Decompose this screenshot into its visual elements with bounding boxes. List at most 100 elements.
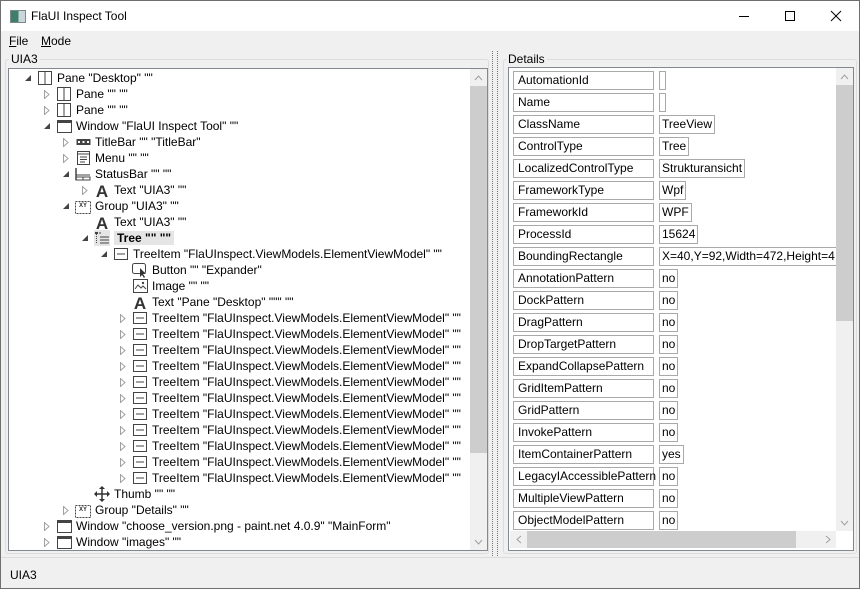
tree-node[interactable]: TreeItem "FlaUInspect.ViewModels.Element… bbox=[118, 454, 461, 470]
expanded-arrow-icon[interactable] bbox=[80, 230, 90, 246]
collapsed-arrow-icon[interactable] bbox=[42, 534, 52, 550]
collapsed-arrow-icon[interactable] bbox=[42, 518, 52, 534]
details-scroll-down-button[interactable] bbox=[836, 514, 853, 531]
details-scroll-thumb[interactable] bbox=[836, 85, 853, 321]
property-value[interactable] bbox=[659, 93, 666, 112]
details-vertical-scrollbar[interactable] bbox=[836, 68, 853, 531]
property-value[interactable]: Tree bbox=[659, 137, 690, 156]
collapsed-arrow-icon[interactable] bbox=[118, 342, 128, 358]
property-value[interactable]: 15624 bbox=[659, 225, 699, 244]
property-name[interactable]: ClassName bbox=[513, 115, 654, 134]
property-name[interactable]: LocalizedControlType bbox=[513, 159, 654, 178]
property-name[interactable]: ItemContainerPattern bbox=[513, 445, 654, 464]
tree-node[interactable]: TreeItem "FlaUInspect.ViewModels.Element… bbox=[118, 342, 461, 358]
property-name[interactable]: ExpandCollapsePattern bbox=[513, 357, 654, 376]
property-value[interactable]: no bbox=[659, 379, 679, 398]
tree-node[interactable]: Image "" "" bbox=[118, 278, 209, 294]
collapsed-arrow-icon[interactable] bbox=[118, 390, 128, 406]
collapsed-arrow-icon[interactable] bbox=[61, 502, 71, 518]
details-scroll-up-button[interactable] bbox=[836, 68, 853, 85]
collapsed-arrow-icon[interactable] bbox=[118, 310, 128, 326]
property-name[interactable]: LegacyIAccessiblePattern bbox=[513, 467, 656, 486]
collapsed-arrow-icon[interactable] bbox=[118, 358, 128, 374]
collapsed-arrow-icon[interactable] bbox=[61, 134, 71, 150]
property-name[interactable]: BoundingRectangle bbox=[513, 247, 654, 266]
property-value[interactable]: WPF bbox=[659, 203, 692, 222]
collapsed-arrow-icon[interactable] bbox=[118, 326, 128, 342]
expanded-arrow-icon[interactable] bbox=[61, 166, 71, 182]
tree-node[interactable]: TreeItem "FlaUInspect.ViewModels.Element… bbox=[118, 358, 461, 374]
tree-node[interactable]: Pane "" "" bbox=[42, 102, 128, 118]
tree-node[interactable]: TreeItem "FlaUInspect.ViewModels.Element… bbox=[118, 470, 461, 486]
property-value[interactable]: no bbox=[659, 357, 679, 376]
collapsed-arrow-icon[interactable] bbox=[80, 182, 90, 198]
tree-node[interactable]: XY Group "UIA3" "" bbox=[61, 198, 179, 214]
tree-node[interactable]: TreeItem "FlaUInspect.ViewModels.Element… bbox=[118, 374, 461, 390]
tree-node[interactable]: Tree "" "" bbox=[80, 230, 175, 246]
property-value[interactable]: no bbox=[659, 489, 679, 508]
tree-node[interactable]: TreeItem "FlaUInspect.ViewModels.Element… bbox=[118, 390, 461, 406]
expanded-arrow-icon[interactable] bbox=[99, 246, 109, 262]
collapsed-arrow-icon[interactable] bbox=[118, 374, 128, 390]
tree-node[interactable]: TreeItem "FlaUInspect.ViewModels.Element… bbox=[118, 326, 461, 342]
details-scroll-right-button[interactable] bbox=[819, 531, 836, 548]
panel-splitter[interactable] bbox=[492, 51, 498, 556]
property-name[interactable]: GridItemPattern bbox=[513, 379, 654, 398]
tree-node[interactable]: StatusBar "" "" bbox=[61, 166, 171, 182]
property-value[interactable] bbox=[659, 71, 666, 90]
menu-file[interactable]: File bbox=[9, 34, 28, 48]
property-name[interactable]: GridPattern bbox=[513, 401, 654, 420]
property-name[interactable]: DockPattern bbox=[513, 291, 654, 310]
details-scroll-left-button[interactable] bbox=[510, 531, 527, 548]
property-name[interactable]: FrameworkType bbox=[513, 181, 654, 200]
tree-node[interactable]: TreeItem "FlaUInspect.ViewModels.Element… bbox=[118, 438, 461, 454]
tree-node[interactable]: Button "" "Expander" bbox=[118, 262, 262, 278]
property-value[interactable]: no bbox=[659, 269, 679, 288]
tree-node[interactable]: TreeItem "FlaUInspect.ViewModels.Element… bbox=[118, 406, 461, 422]
property-value[interactable]: no bbox=[659, 511, 679, 530]
collapsed-arrow-icon[interactable] bbox=[42, 86, 52, 102]
collapsed-arrow-icon[interactable] bbox=[42, 102, 52, 118]
tree-node[interactable]: TitleBar "" "TitleBar" bbox=[61, 134, 201, 150]
property-value[interactable]: TreeView bbox=[659, 115, 716, 134]
property-name[interactable]: AnnotationPattern bbox=[513, 269, 654, 288]
tree-node[interactable]: Thumb "" "" bbox=[80, 486, 175, 502]
property-name[interactable]: AutomationId bbox=[513, 71, 654, 90]
collapsed-arrow-icon[interactable] bbox=[118, 406, 128, 422]
property-value[interactable]: no bbox=[659, 335, 679, 354]
property-value[interactable]: no bbox=[659, 291, 679, 310]
tree-node[interactable]: Window "FlaUI Inspect Tool" "" bbox=[42, 118, 238, 134]
tree-node[interactable]: TreeItem "FlaUInspect.ViewModels.Element… bbox=[118, 422, 461, 438]
expanded-arrow-icon[interactable] bbox=[42, 118, 52, 134]
property-value[interactable]: Wpf bbox=[659, 181, 687, 200]
property-name[interactable]: DropTargetPattern bbox=[513, 335, 654, 354]
property-name[interactable]: DragPattern bbox=[513, 313, 654, 332]
minimize-button[interactable] bbox=[721, 1, 767, 31]
collapsed-arrow-icon[interactable] bbox=[118, 454, 128, 470]
property-value[interactable]: no bbox=[659, 313, 679, 332]
tree-node[interactable]: TreeItem "FlaUInspect.ViewModels.Element… bbox=[99, 246, 442, 262]
collapsed-arrow-icon[interactable] bbox=[118, 438, 128, 454]
element-tree[interactable]: Pane "Desktop" "" Pane "" "" Pane "" "" Win… bbox=[8, 68, 488, 551]
tree-node[interactable]: A Text "UIA3" "" bbox=[80, 182, 186, 198]
details-hscroll-thumb[interactable] bbox=[527, 531, 796, 548]
tree-node[interactable]: Pane "" "" bbox=[42, 86, 128, 102]
tree-node[interactable]: Window "choose_version.png - paint.net 4… bbox=[42, 518, 391, 534]
collapsed-arrow-icon[interactable] bbox=[61, 150, 71, 166]
tree-node[interactable]: Window "images" "" bbox=[42, 534, 181, 550]
expanded-arrow-icon[interactable] bbox=[61, 198, 71, 214]
tree-vertical-scrollbar[interactable] bbox=[470, 69, 487, 550]
property-name[interactable]: InvokePattern bbox=[513, 423, 654, 442]
property-name[interactable]: ControlType bbox=[513, 137, 654, 156]
property-value[interactable]: no bbox=[659, 467, 679, 486]
tree-scroll-up-button[interactable] bbox=[470, 69, 487, 86]
close-button[interactable] bbox=[813, 1, 859, 31]
expanded-arrow-icon[interactable] bbox=[23, 70, 33, 86]
tree-scroll-thumb[interactable] bbox=[470, 86, 487, 453]
property-name[interactable]: ObjectModelPattern bbox=[513, 511, 654, 530]
tree-scroll-down-button[interactable] bbox=[470, 533, 487, 550]
property-value[interactable]: Strukturansicht bbox=[659, 159, 746, 178]
property-value[interactable]: yes bbox=[659, 445, 684, 464]
collapsed-arrow-icon[interactable] bbox=[118, 422, 128, 438]
menu-mode[interactable]: Mode bbox=[41, 34, 71, 48]
